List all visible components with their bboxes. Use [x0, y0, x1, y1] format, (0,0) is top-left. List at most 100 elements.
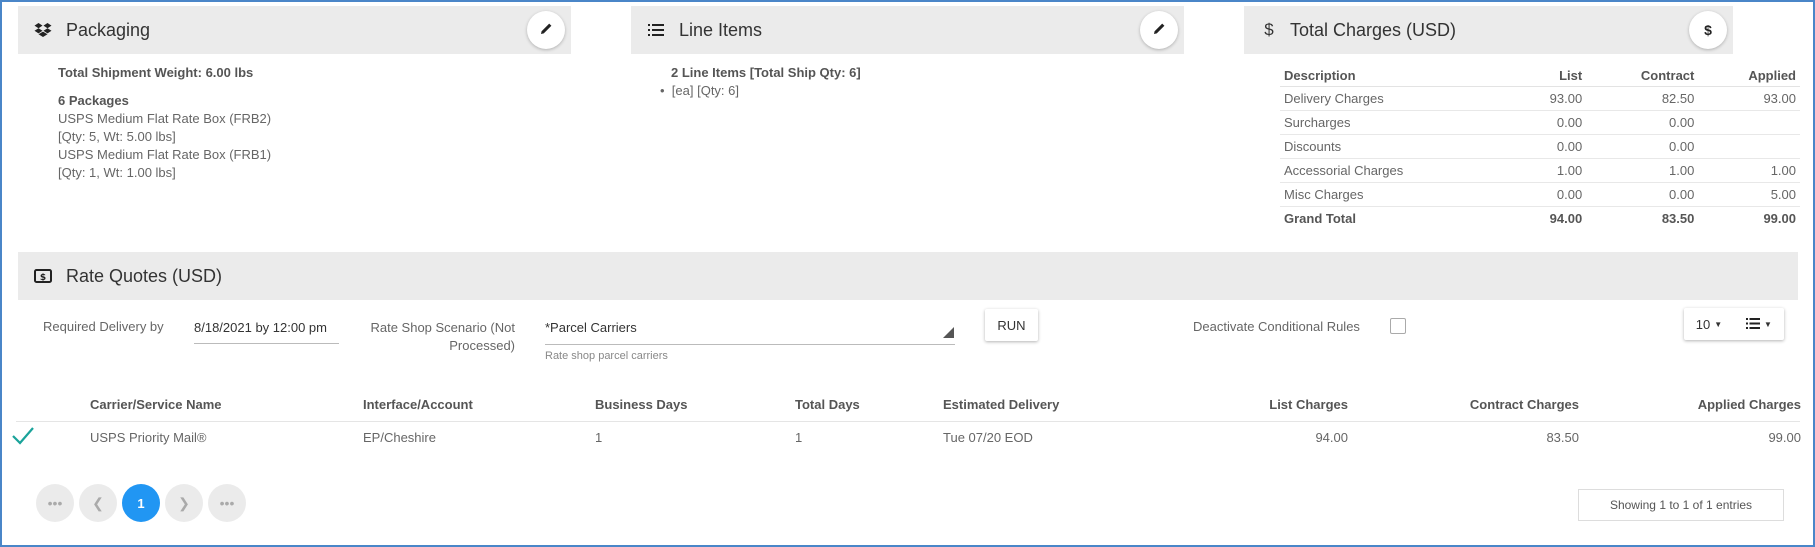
charge-list-link[interactable]: 93.00	[1512, 86, 1587, 111]
total-charges-edit-button[interactable]: $	[1689, 11, 1727, 49]
charge-list: 0.00	[1512, 182, 1587, 207]
dropbox-icon	[34, 21, 52, 39]
total-charges-header: $ Total Charges (USD) $	[1244, 6, 1733, 54]
page-size-value: 10	[1695, 316, 1711, 332]
charges-col-contract: Contract	[1586, 64, 1699, 87]
charge-description: Delivery Charges	[1280, 86, 1513, 111]
rate-shop-scenario-label-line: Processed)	[449, 338, 515, 353]
chevron-left-icon: ❮	[92, 494, 104, 511]
packaging-title: Packaging	[66, 19, 151, 40]
line-item-text: [ea] [Qty: 6]	[671, 83, 739, 98]
package-line: USPS Medium Flat Rate Box (FRB2)	[58, 111, 272, 126]
required-delivery-value: 8/18/2021 by 12:00 pm	[194, 320, 327, 335]
col-interface-account[interactable]: Interface/Account	[363, 397, 473, 412]
dollar-icon: $	[1704, 22, 1712, 38]
dollar-icon: $	[1264, 20, 1274, 39]
charges-table: Description List Contract Applied Delive…	[1280, 64, 1800, 231]
charge-contract-link[interactable]: 1.00	[1586, 158, 1699, 183]
ellipsis-icon: •••	[47, 495, 63, 511]
line-items-title: Line Items	[679, 19, 763, 40]
charge-contract: 0.00	[1586, 110, 1699, 135]
prev-page-button[interactable]: ❮	[79, 484, 117, 522]
rate-shop-scenario-value: *Parcel Carriers	[545, 320, 637, 335]
grand-total-list: 94.00	[1549, 211, 1583, 227]
charge-list: 0.00	[1512, 110, 1587, 135]
package-line: [Qty: 1, Wt: 1.00 lbs]	[58, 165, 176, 180]
entries-info: Showing 1 to 1 of 1 entries	[1578, 489, 1784, 521]
col-list-charges[interactable]: List Charges	[1269, 397, 1348, 412]
charge-description: Accessorial Charges	[1280, 158, 1513, 183]
total-charges-title: Total Charges (USD)	[1290, 19, 1457, 40]
next-page-button[interactable]: ❯	[165, 484, 203, 522]
charge-description: Surcharges	[1280, 110, 1513, 135]
run-button[interactable]: RUN	[985, 309, 1038, 341]
col-business-days[interactable]: Business Days	[595, 397, 688, 412]
list-icon	[647, 21, 665, 39]
col-carrier-service[interactable]: Carrier/Service Name	[90, 397, 222, 412]
charge-applied	[1698, 134, 1800, 159]
line-items-summary: 2 Line Items [Total Ship Qty: 6]	[671, 65, 861, 80]
cell-contract-charges-link[interactable]: 83.50	[1546, 430, 1579, 445]
col-applied-charges[interactable]: Applied Charges	[1698, 397, 1801, 412]
grid-toolbar: 10 ▼ ▼	[1684, 308, 1784, 340]
cell-carrier-service: USPS Priority Mail®	[90, 430, 207, 445]
caret-down-icon: ▼	[1764, 319, 1772, 329]
line-items-header: Line Items	[631, 6, 1184, 54]
packaging-header: Packaging	[18, 6, 571, 54]
first-page-button[interactable]: •••	[36, 484, 74, 522]
charge-description: Misc Charges	[1280, 182, 1513, 207]
caret-down-icon: ▼	[1714, 319, 1723, 329]
rate-shop-scenario-label: Rate Shop Scenario (Not Processed)	[355, 319, 515, 355]
charges-col-list: List	[1512, 64, 1587, 87]
list-icon	[1746, 317, 1761, 332]
required-delivery-label: Required Delivery by	[43, 319, 164, 334]
current-page-number: 1	[137, 495, 145, 511]
required-delivery-input[interactable]: 8/18/2021 by 12:00 pm	[194, 320, 339, 344]
charges-row: Misc Charges 0.00 0.00 5.00	[1280, 182, 1800, 207]
charge-list-link[interactable]: 1.00	[1512, 158, 1587, 183]
package-line: USPS Medium Flat Rate Box (FRB1)	[58, 147, 272, 162]
checkmark-icon	[11, 426, 35, 449]
deactivate-conditional-rules-checkbox[interactable]	[1390, 318, 1406, 334]
cell-total-days: 1	[795, 430, 803, 445]
charge-list: 0.00	[1512, 134, 1587, 159]
cell-list-charges-link[interactable]: 94.00	[1315, 430, 1348, 445]
cell-applied-charges-link[interactable]: 99.00	[1768, 430, 1801, 445]
col-estimated-delivery[interactable]: Estimated Delivery	[943, 397, 1059, 412]
col-total-days[interactable]: Total Days	[795, 397, 860, 412]
col-contract-charges[interactable]: Contract Charges	[1470, 397, 1579, 412]
charge-contract: 0.00	[1586, 182, 1699, 207]
cell-estimated-delivery: Tue 07/20 EOD	[943, 430, 1033, 445]
grand-total-contract: 83.50	[1661, 211, 1695, 227]
grid-divider	[16, 421, 1800, 422]
charge-applied-link[interactable]: 93.00	[1698, 86, 1800, 111]
grand-total-row: Grand Total 94.00 83.50 99.00	[1280, 207, 1800, 231]
bullet-icon: •	[660, 83, 665, 98]
deactivate-conditional-rules-label: Deactivate Conditional Rules	[1193, 319, 1360, 334]
charge-description: Discounts	[1280, 134, 1513, 159]
line-items-edit-button[interactable]	[1140, 11, 1178, 49]
pencil-icon	[540, 22, 553, 38]
cell-interface-account: EP/Cheshire	[363, 430, 436, 445]
packaging-edit-button[interactable]	[527, 11, 565, 49]
last-page-button[interactable]: •••	[208, 484, 246, 522]
charges-col-applied: Applied	[1698, 64, 1800, 87]
column-chooser-button[interactable]: ▼	[1734, 308, 1784, 340]
charges-col-description: Description	[1280, 64, 1513, 87]
rate-quotes-title: Rate Quotes (USD)	[66, 265, 223, 286]
rate-shop-scenario-hint: Rate shop parcel carriers	[545, 350, 668, 362]
total-shipment-weight: Total Shipment Weight: 6.00 lbs	[58, 65, 254, 80]
charges-row: Discounts 0.00 0.00	[1280, 134, 1800, 159]
cell-business-days: 1	[595, 430, 603, 445]
chevron-right-icon: ❯	[178, 494, 190, 511]
dropdown-corner-icon	[943, 326, 954, 341]
packages-count: 6 Packages	[58, 93, 129, 108]
rate-shop-scenario-select[interactable]: *Parcel Carriers	[545, 320, 955, 345]
page-size-dropdown[interactable]: 10 ▼	[1684, 308, 1734, 340]
charge-contract-link[interactable]: 82.50	[1586, 86, 1699, 111]
charge-applied-link[interactable]: 5.00	[1698, 182, 1800, 207]
charge-applied-link[interactable]: 1.00	[1698, 158, 1800, 183]
page-button-current[interactable]: 1	[122, 484, 160, 522]
rate-shop-scenario-label-line: Rate Shop Scenario (Not	[370, 320, 515, 335]
charges-header-row: Description List Contract Applied	[1280, 64, 1800, 87]
